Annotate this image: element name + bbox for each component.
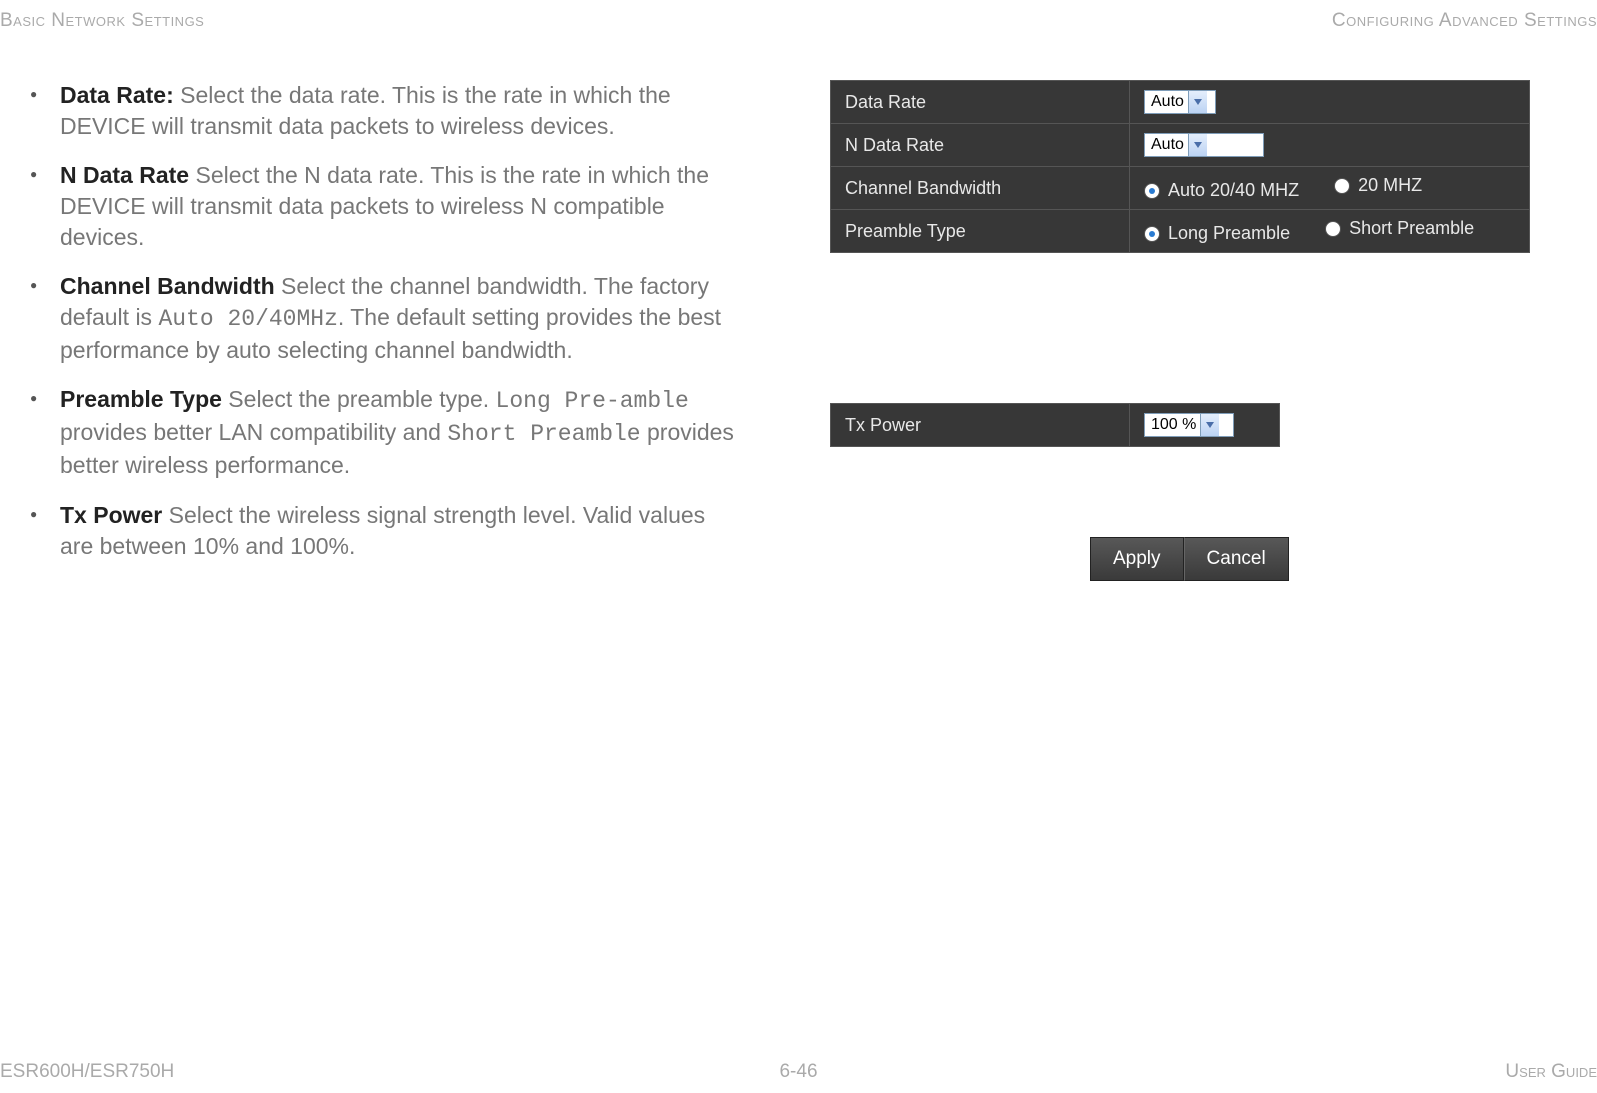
chevron-down-icon [1188, 91, 1207, 113]
data-rate-select[interactable]: Auto [1144, 90, 1216, 114]
config-panel-tx-power: Tx Power 100 % [830, 403, 1557, 447]
row-label-preamble-type: Preamble Type [831, 210, 1130, 253]
footer-user-guide: User Guide [1505, 1061, 1597, 1083]
running-header-right: Configuring Advanced Settings [1332, 10, 1597, 32]
row-label-channel-bandwidth: Channel Bandwidth [831, 167, 1130, 210]
desc-text: Select the preamble type. [222, 386, 496, 412]
footer-model: ESR600H/ESR750H [0, 1061, 174, 1083]
table-row: Data Rate Auto [831, 81, 1530, 124]
radio-label: Auto 20/40 MHZ [1168, 180, 1299, 201]
apply-button[interactable]: Apply [1090, 537, 1184, 581]
channel-bw-20-radio[interactable]: 20 MHZ [1334, 175, 1422, 196]
config-panel-advanced: Data Rate Auto N Data Rate Auto [830, 80, 1557, 253]
chevron-down-icon [1188, 134, 1207, 156]
settings-description-list: Data Rate: Select the data rate. This is… [30, 80, 740, 562]
channel-bw-auto-radio[interactable]: Auto 20/40 MHZ [1144, 180, 1299, 201]
n-data-rate-select[interactable]: Auto [1144, 133, 1264, 157]
row-value: Auto [1130, 81, 1530, 124]
list-item: Channel Bandwidth Select the channel ban… [30, 271, 740, 366]
row-value: Auto [1130, 124, 1530, 167]
config-table: Data Rate Auto N Data Rate Auto [830, 80, 1530, 253]
radio-label: Short Preamble [1349, 218, 1474, 239]
radio-icon [1144, 183, 1160, 199]
table-row: Channel Bandwidth Auto 20/40 MHZ 20 MHZ [831, 167, 1530, 210]
term-preamble-type: Preamble Type [60, 386, 222, 412]
cancel-button[interactable]: Cancel [1184, 537, 1289, 581]
table-row: Tx Power 100 % [831, 404, 1280, 447]
radio-label: Long Preamble [1168, 223, 1290, 244]
term-tx-power: Tx Power [60, 502, 162, 528]
select-value: Auto [1151, 93, 1184, 111]
desc-text: provides better LAN compatibility and [60, 419, 447, 445]
radio-icon [1144, 226, 1160, 242]
radio-icon [1334, 178, 1350, 194]
row-label-tx-power: Tx Power [831, 404, 1130, 447]
tx-power-select[interactable]: 100 % [1144, 413, 1234, 437]
row-value: Auto 20/40 MHZ 20 MHZ [1130, 167, 1530, 210]
preamble-short-radio[interactable]: Short Preamble [1325, 218, 1474, 239]
running-header-left: Basic Network Settings [0, 10, 204, 32]
preamble-long-radio[interactable]: Long Preamble [1144, 223, 1290, 244]
code-text: Long Pre-amble [496, 388, 689, 414]
radio-label: 20 MHZ [1358, 175, 1422, 196]
list-item: Preamble Type Select the preamble type. … [30, 384, 740, 481]
code-text: Short Preamble [447, 421, 640, 447]
select-value: 100 % [1151, 416, 1196, 434]
row-label-data-rate: Data Rate [831, 81, 1130, 124]
term-channel-bandwidth: Channel Bandwidth [60, 273, 275, 299]
row-value: 100 % [1130, 404, 1280, 447]
code-text: Auto 20/40MHz [158, 306, 337, 332]
chevron-down-icon [1200, 414, 1219, 436]
radio-icon [1325, 221, 1341, 237]
table-row: Preamble Type Long Preamble Short Preamb… [831, 210, 1530, 253]
list-item: Data Rate: Select the data rate. This is… [30, 80, 740, 142]
list-item: N Data Rate Select the N data rate. This… [30, 160, 740, 253]
button-bar: ApplyCancel [1090, 537, 1557, 581]
row-value: Long Preamble Short Preamble [1130, 210, 1530, 253]
table-row: N Data Rate Auto [831, 124, 1530, 167]
term-data-rate: Data Rate: [60, 82, 174, 108]
row-label-n-data-rate: N Data Rate [831, 124, 1130, 167]
footer-page-number: 6-46 [779, 1061, 817, 1083]
select-value: Auto [1151, 136, 1184, 154]
list-item: Tx Power Select the wireless signal stre… [30, 500, 740, 562]
config-table-tx: Tx Power 100 % [830, 403, 1280, 447]
term-n-data-rate: N Data Rate [60, 162, 189, 188]
